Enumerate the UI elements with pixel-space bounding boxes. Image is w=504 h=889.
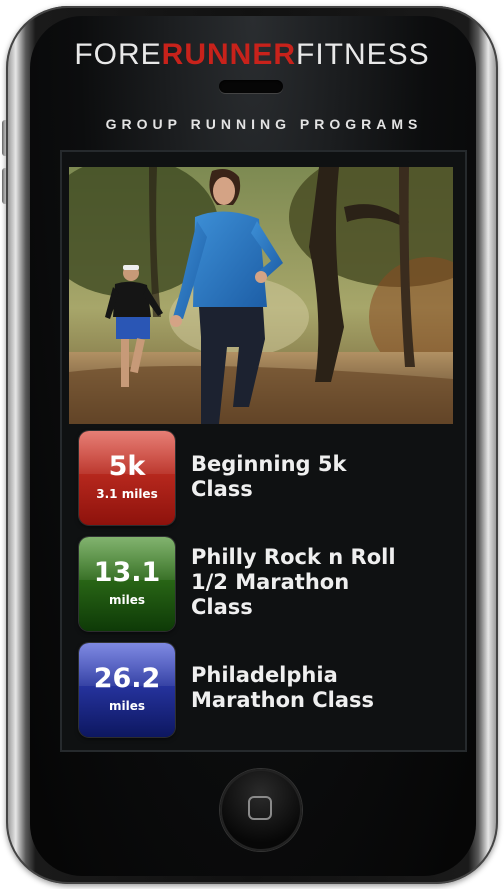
badge-distance: 5k	[108, 451, 146, 482]
program-title[interactable]: Philadelphia Marathon Class	[191, 663, 441, 713]
brand-runner: RUNNER	[161, 38, 296, 71]
hero-photo	[69, 167, 453, 424]
home-button[interactable]	[220, 769, 302, 851]
badge-5k[interactable]: 5k 3.1 miles	[79, 431, 175, 525]
home-square-icon	[248, 796, 272, 820]
badge-marathon[interactable]: 26.2 miles	[79, 643, 175, 737]
badge-half-marathon[interactable]: 13.1 miles	[79, 537, 175, 631]
program-title-line: Beginning 5k	[191, 452, 347, 476]
badge-distance: 13.1	[93, 557, 161, 588]
program-title-line: Marathon Class	[191, 688, 375, 712]
program-title-line: Philly Rock n Roll	[191, 545, 396, 569]
program-title-line: Class	[191, 595, 253, 619]
badge-distance: 26.2	[93, 663, 161, 694]
program-row-5k[interactable]: 5k 3.1 miles Beginning 5k Class	[79, 431, 439, 527]
badge-miles: miles	[108, 699, 145, 713]
brand-fore: FORE	[74, 38, 162, 71]
earpiece-speaker	[219, 80, 283, 93]
page-subtitle: GROUP RUNNING PROGRAMS	[105, 116, 423, 132]
program-title-line: Philadelphia	[191, 663, 338, 687]
program-title-line: 1/2 Marathon	[191, 570, 350, 594]
badge-miles: miles	[108, 593, 145, 607]
brand-fitness: FITNESS	[296, 38, 430, 71]
brand-logo: FORERUNNERFITNESS	[0, 38, 504, 72]
program-row-marathon[interactable]: 26.2 miles Philadelphia Marathon Class	[79, 643, 439, 739]
badge-miles: 3.1 miles	[96, 487, 158, 501]
program-row-half-marathon[interactable]: 13.1 miles Philly Rock n Roll 1/2 Marath…	[79, 537, 439, 633]
program-title[interactable]: Philly Rock n Roll 1/2 Marathon Class	[191, 545, 441, 620]
program-title-line: Class	[191, 477, 253, 501]
program-title[interactable]: Beginning 5k Class	[191, 452, 441, 502]
